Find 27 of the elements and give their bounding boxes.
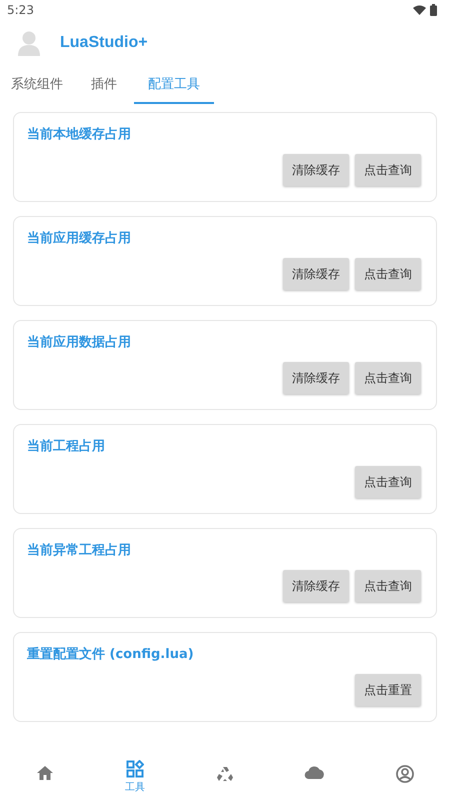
action-button[interactable]: 清除缓存 [283, 570, 349, 602]
card-title: 当前应用缓存占用 [27, 230, 132, 247]
home-icon [36, 765, 54, 781]
recycle-icon [216, 765, 234, 783]
card-title: 当前工程占用 [27, 438, 106, 455]
action-button[interactable]: 点击查询 [355, 258, 421, 290]
app-title: LuaStudio+ [60, 34, 148, 52]
action-button[interactable]: 点击查询 [355, 570, 421, 602]
action-button[interactable]: 清除缓存 [283, 258, 349, 290]
card-title: 当前本地缓存占用 [27, 126, 132, 143]
cloud-icon [304, 765, 326, 780]
tab[interactable]: 系统组件 [0, 66, 74, 104]
grid-icon [126, 760, 144, 778]
action-button[interactable]: 清除缓存 [283, 154, 349, 186]
action-button[interactable]: 点击重置 [355, 674, 421, 706]
action-button[interactable]: 点击查询 [355, 154, 421, 186]
tab[interactable]: 插件 [80, 66, 128, 104]
action-button[interactable]: 点击查询 [355, 466, 421, 498]
card-title: 重置配置文件 (config.lua) [27, 646, 195, 663]
wifi-icon [413, 5, 426, 15]
card-title: 当前应用数据占用 [27, 334, 132, 351]
card-title: 当前异常工程占用 [27, 542, 132, 559]
action-button[interactable]: 清除缓存 [283, 362, 349, 394]
clock: 5:23 [7, 3, 34, 17]
account-icon [396, 765, 414, 783]
action-button[interactable]: 点击查询 [355, 362, 421, 394]
battery-icon [430, 4, 437, 16]
